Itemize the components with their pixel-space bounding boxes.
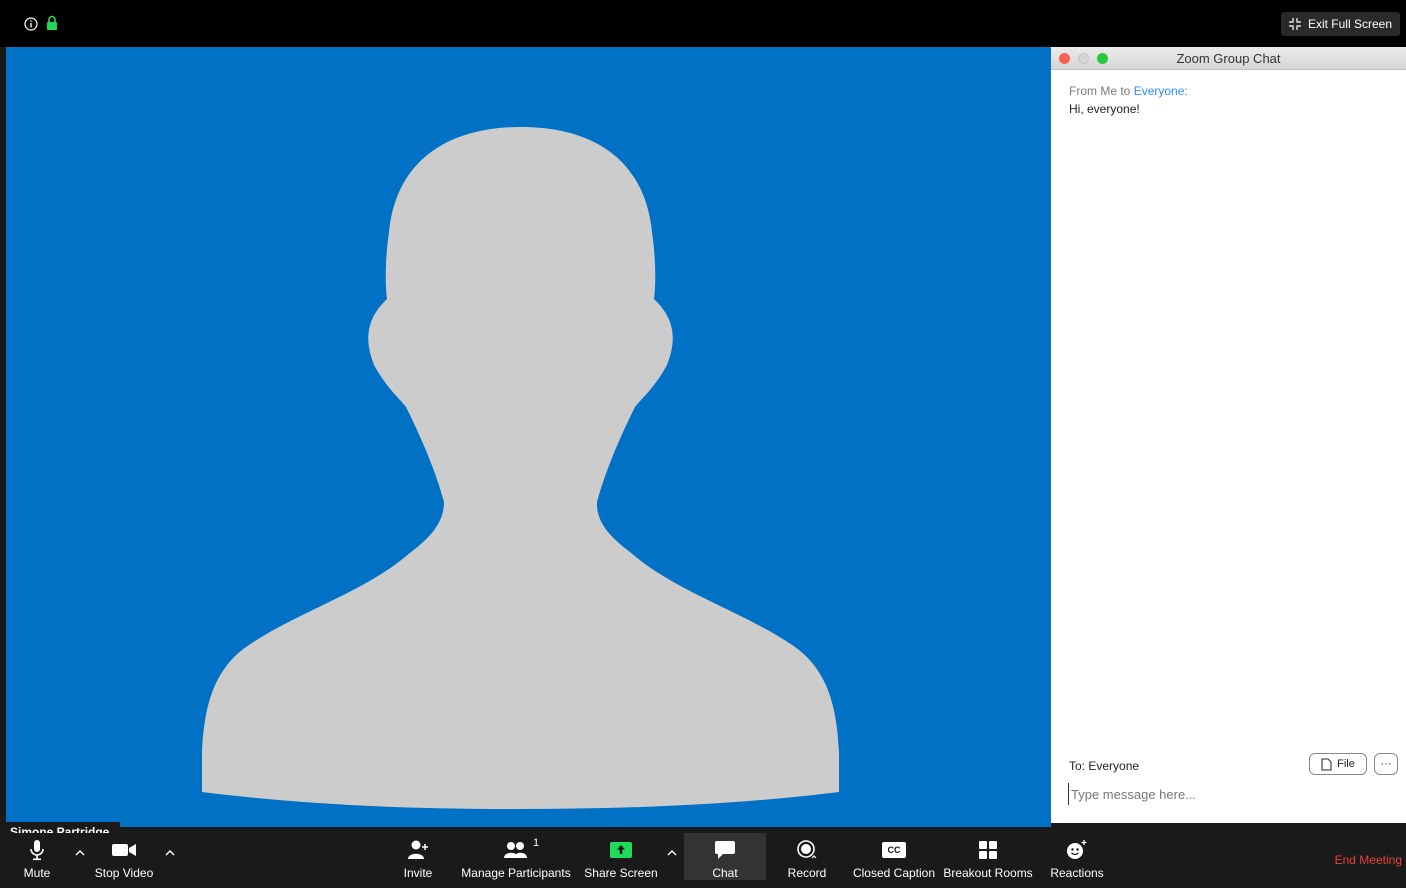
chat-bubble-icon xyxy=(712,839,738,861)
file-icon xyxy=(1321,758,1332,770)
participant-avatar-silhouette xyxy=(202,127,839,809)
closed-caption-label: Closed Caption xyxy=(852,866,936,880)
mute-button[interactable]: Mute xyxy=(12,833,62,880)
mute-label: Mute xyxy=(23,866,51,880)
end-meeting-button[interactable]: End Meeting xyxy=(1335,833,1402,880)
breakout-rooms-button[interactable]: Breakout Rooms xyxy=(942,833,1034,880)
message-header-suffix: : xyxy=(1184,84,1188,98)
exit-fullscreen-icon xyxy=(1288,18,1301,30)
chat-message-list: From Me to Everyone: Hi, everyone! xyxy=(1051,70,1406,130)
lock-icon[interactable] xyxy=(46,15,58,30)
chat-button[interactable]: Chat xyxy=(684,833,766,880)
exit-fullscreen-button[interactable]: Exit Full Screen xyxy=(1280,12,1400,36)
closed-caption-button[interactable]: CC Closed Caption xyxy=(852,833,936,880)
info-icon[interactable] xyxy=(24,17,38,31)
record-label: Record xyxy=(787,866,827,880)
chat-message-header: From Me to Everyone: xyxy=(1069,84,1388,98)
video-panel xyxy=(6,47,1051,827)
video-options-chevron-up-icon[interactable] xyxy=(165,848,175,858)
exit-fullscreen-label: Exit Full Screen xyxy=(1307,17,1392,31)
reactions-button[interactable]: Reactions xyxy=(1048,833,1106,880)
add-person-icon xyxy=(405,839,431,861)
closed-caption-icon: CC xyxy=(881,839,907,861)
audio-options-chevron-up-icon[interactable] xyxy=(75,848,85,858)
share-screen-label: Share Screen xyxy=(584,866,658,880)
chat-window: Zoom Group Chat From Me to Everyone: Hi,… xyxy=(1051,47,1406,823)
chat-more-button[interactable]: ··· xyxy=(1374,753,1398,775)
share-screen-icon xyxy=(608,839,634,861)
microphone-icon xyxy=(24,839,50,861)
video-camera-icon xyxy=(111,839,137,861)
smiley-plus-icon xyxy=(1064,839,1090,861)
participants-icon xyxy=(503,839,529,861)
message-recipient: Everyone xyxy=(1133,84,1185,98)
chat-message-input[interactable] xyxy=(1068,783,1393,805)
file-button-label: File xyxy=(1337,758,1355,770)
cc-badge-icon: CC xyxy=(882,842,906,858)
invite-button[interactable]: Invite xyxy=(396,833,440,880)
manage-participants-button[interactable]: 1 Manage Participants xyxy=(458,833,574,880)
file-button[interactable]: File xyxy=(1309,753,1367,775)
meeting-toolbar: Mute Stop Video Invite 1 Manage Particip… xyxy=(0,833,1406,880)
chat-recipient-selector[interactable]: To: Everyone xyxy=(1069,759,1139,773)
breakout-rooms-label: Breakout Rooms xyxy=(943,866,1033,880)
chat-window-title: Zoom Group Chat xyxy=(1176,51,1281,66)
record-icon xyxy=(794,839,820,861)
top-bar: Exit Full Screen xyxy=(0,0,1406,47)
participant-count-badge: 1 xyxy=(533,837,540,849)
reactions-label: Reactions xyxy=(1050,866,1104,880)
chat-titlebar[interactable]: Zoom Group Chat xyxy=(1051,47,1406,70)
share-options-chevron-up-icon[interactable] xyxy=(667,848,677,858)
chat-message-text: Hi, everyone! xyxy=(1069,102,1140,116)
stop-video-button[interactable]: Stop Video xyxy=(92,833,156,880)
stop-video-label: Stop Video xyxy=(94,866,154,880)
invite-label: Invite xyxy=(403,866,433,880)
message-sender: From Me to xyxy=(1069,84,1134,98)
participant-name-tag: Simone Partridge xyxy=(6,822,120,833)
share-screen-button[interactable]: Share Screen xyxy=(582,833,660,880)
manage-participants-label: Manage Participants xyxy=(461,866,571,880)
record-button[interactable]: Record xyxy=(784,833,830,880)
chat-label: Chat xyxy=(712,866,738,880)
breakout-rooms-icon xyxy=(975,839,1001,861)
